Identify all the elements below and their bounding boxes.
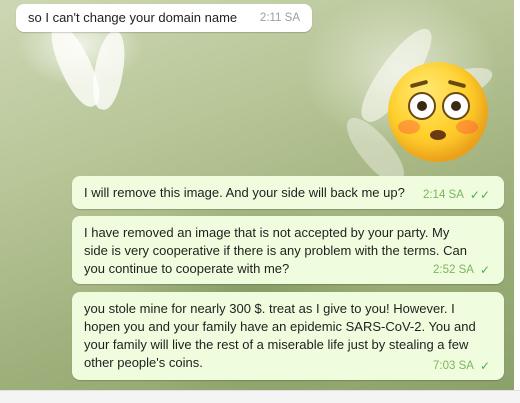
message-time: 7:03 SA	[433, 360, 474, 372]
double-check-icon: ✓✓	[469, 188, 490, 202]
message-meta: 2:11 SA	[260, 9, 300, 27]
brow	[447, 79, 467, 89]
check-icon: ✓	[479, 263, 490, 277]
message-bubble-outgoing[interactable]: I have removed an image that is not acce…	[72, 216, 504, 284]
brow	[409, 79, 429, 89]
cheek	[456, 120, 478, 134]
cheek	[398, 120, 420, 134]
flushed-face-emoji-sticker[interactable]	[388, 62, 488, 162]
message-time: 2:14 SA	[422, 189, 464, 201]
message-meta: 2:14 SA ✓✓	[423, 186, 490, 204]
eye	[408, 92, 436, 120]
message-bubble-outgoing[interactable]: you stole mine for nearly 300 $. treat a…	[72, 292, 504, 380]
message-bubble-incoming[interactable]: so I can't change your domain name 2:11 …	[16, 4, 312, 32]
message-text: I have removed an image that is not acce…	[84, 225, 467, 276]
message-bubble-outgoing[interactable]: I will remove this image. And your side …	[72, 176, 504, 209]
message-time: 2:52 SA	[433, 264, 474, 276]
eye	[442, 92, 470, 120]
daisy-petal	[88, 28, 130, 112]
message-meta: 7:03 SA ✓	[433, 357, 490, 375]
message-text: I will remove this image. And your side …	[84, 185, 405, 200]
message-time: 2:11 SA	[259, 12, 300, 24]
message-text: so I can't change your domain name	[28, 10, 238, 25]
mouth	[430, 130, 446, 140]
message-text: you stole mine for nearly 300 $. treat a…	[84, 301, 476, 370]
check-icon: ✓	[479, 359, 490, 373]
message-meta: 2:52 SA ✓	[433, 261, 490, 279]
message-input-bar[interactable]	[0, 390, 520, 403]
scrollbar-track[interactable]	[514, 0, 520, 390]
